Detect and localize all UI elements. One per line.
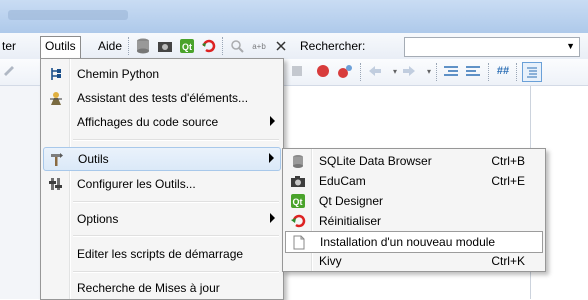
shortcut-label: Ctrl+K [491,254,525,268]
submenu-arrow-icon [270,116,275,126]
menu-item-label: Configurer les Outils... [77,177,196,191]
submenu-arrow-icon [270,213,275,223]
stop-square-icon[interactable] [288,62,306,80]
menu-separator [73,235,279,237]
menubar-separator [128,37,130,55]
outline-icon[interactable] [522,62,542,82]
menu-separator [73,139,279,141]
submenu-item-label: SQLite Data Browser [319,154,432,168]
record-icon[interactable] [314,62,332,80]
submenu-item-label: Installation d'un nouveau module [320,235,496,249]
debug-icon[interactable] [336,62,354,80]
menu-item-label: Editer les scripts de démarrage [77,247,244,261]
database-icon [289,153,307,169]
menu-item-assistant-tests[interactable]: Assistant des tests d'éléments... [43,87,281,109]
search-input[interactable]: ▼ [404,37,580,57]
submenu-item-label: EduCam [319,174,366,188]
menu-item-affichages-code[interactable]: Affichages du code source [43,111,281,133]
menu-item-label: Outils [78,152,109,166]
submenu-item-reinitialiser[interactable]: Réinitialiser [285,211,543,231]
menu-item-label: Options [77,212,119,226]
menu-item-label: Affichages du code source [77,115,219,129]
arrow-right-icon[interactable] [400,62,418,80]
menu-item-partial[interactable]: ter [0,37,20,55]
close-search-icon[interactable] [272,37,290,55]
menu-item-recherche-mises-a-jour[interactable]: Recherche de Mises à jour [43,277,281,299]
menu-item-label: Recherche de Mises à jour [77,281,220,295]
menu-item-chemin-python[interactable]: Chemin Python [43,63,281,85]
replace-icon[interactable]: a+b [250,37,268,55]
reset-icon [289,213,307,229]
qt-toolbar-icon[interactable]: Qt [178,37,196,55]
submenu-item-installation-module[interactable]: Installation d'un nouveau module [285,231,543,253]
blank-page-icon [290,234,308,250]
arrow-icon[interactable] [0,62,18,80]
title-bar [0,0,588,33]
arrow-left-icon[interactable] [366,62,384,80]
menu-separator [73,271,279,273]
menu-item-configurer-outils[interactable]: Configurer les Outils... [43,173,281,195]
submenu-item-educam[interactable]: EduCam Ctrl+E [285,171,543,191]
menu-item-outils[interactable]: Outils [43,147,281,171]
outils-menu: Chemin Python Assistant des tests d'élém… [40,58,284,300]
submenu-item-label: Kivy [319,254,342,268]
indent-icon[interactable] [442,62,460,80]
camera-icon [289,173,307,189]
menu-separator [73,201,279,203]
zoom-icon[interactable] [228,37,246,55]
menubar-separator [222,37,224,55]
python-path-icon [47,66,65,82]
test-assistant-icon [47,90,65,106]
tools-icon [48,151,66,167]
search-label: Rechercher: [300,39,366,53]
submenu-item-label: Qt Designer [319,194,384,208]
submenu-arrow-icon [269,153,274,163]
menu-item-outils[interactable]: Outils [40,36,81,59]
submenu-item-kivy[interactable]: Kivy Ctrl+K [285,251,543,271]
submenu-item-sqlite[interactable]: SQLite Data Browser Ctrl+B [285,151,543,171]
svg-text:Qt: Qt [182,42,192,52]
chevron-down-icon[interactable]: ▼ [566,41,575,51]
camera-toolbar-icon[interactable] [156,37,174,55]
comment-icon[interactable]: ## [494,62,512,80]
toolbar-separator [436,63,438,81]
menu-item-label: Chemin Python [77,67,160,81]
shortcut-label: Ctrl+E [491,174,525,188]
window-title-blurred [8,10,128,20]
toolbar-separator [516,63,518,81]
qt-icon: Qt [289,193,307,209]
menu-item-label: Assistant des tests d'éléments... [77,91,249,105]
toolbar-separator [488,63,490,81]
menu-item-aide[interactable]: Aide [94,37,126,55]
outils-submenu: SQLite Data Browser Ctrl+B EduCam Ctrl+E… [282,148,546,272]
menu-item-options[interactable]: Options [43,208,281,230]
submenu-item-qt-designer[interactable]: Qt Qt Designer [285,191,543,211]
svg-text:Qt: Qt [293,197,303,207]
dedent-icon[interactable] [464,62,482,80]
toolbar-separator [360,63,362,81]
menu-item-editer-scripts[interactable]: Editer les scripts de démarrage [43,243,281,265]
submenu-item-label: Réinitialiser [319,214,382,228]
database-toolbar-icon[interactable] [134,37,152,55]
shortcut-label: Ctrl+B [491,154,525,168]
reset-toolbar-icon[interactable] [200,37,218,55]
configure-tools-icon [47,176,65,192]
